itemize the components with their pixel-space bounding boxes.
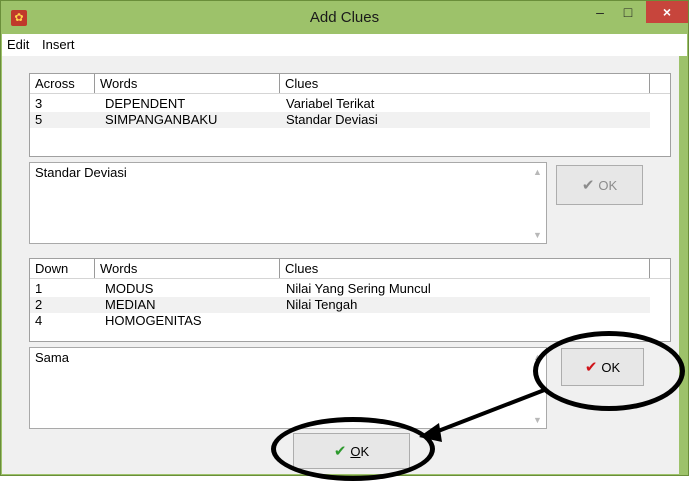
down-row-word: MODUS: [105, 281, 154, 296]
across-list[interactable]: Across Words Clues 3 DEPENDENT Variabel …: [29, 73, 671, 157]
across-col-header-words[interactable]: Words: [95, 74, 280, 93]
down-row[interactable]: 1 MODUS Nilai Yang Sering Muncul: [30, 281, 650, 297]
minimize-button[interactable]: –: [587, 1, 613, 23]
across-ok-button[interactable]: ✔ OK: [556, 165, 643, 205]
down-ok-button[interactable]: ✔ OK: [561, 348, 644, 386]
down-col-header-num[interactable]: Down: [30, 259, 95, 278]
scroll-up-icon[interactable]: ▲: [533, 167, 542, 177]
down-row-num: 4: [35, 313, 43, 328]
across-row-num: 3: [35, 96, 43, 111]
down-row[interactable]: 4 HOMOGENITAS: [30, 313, 650, 329]
down-col-header-filler: [650, 259, 668, 278]
across-clue-text: Standar Deviasi: [35, 165, 127, 180]
scroll-down-icon[interactable]: ▼: [533, 230, 542, 240]
down-list[interactable]: Down Words Clues 1 MODUS Nilai Yang Seri…: [29, 258, 671, 342]
add-clues-window: ✿ Add Clues – □ × Edit Insert Across Wor…: [0, 0, 689, 481]
across-row[interactable]: 5 SIMPANGANBAKU Standar Deviasi: [30, 112, 650, 128]
across-col-header-num[interactable]: Across: [30, 74, 95, 93]
down-ok-label: OK: [601, 359, 621, 375]
across-ok-label: OK: [598, 177, 618, 193]
across-col-header-filler: [650, 74, 668, 93]
across-list-header: Across Words Clues: [30, 74, 670, 94]
main-ok-accelerator: O: [350, 443, 361, 459]
across-row-clue: Standar Deviasi: [286, 112, 378, 127]
close-button[interactable]: ×: [646, 1, 688, 23]
scroll-down-icon[interactable]: ▼: [533, 415, 542, 425]
down-row-num: 2: [35, 297, 43, 312]
dialog-client-area: Across Words Clues 3 DEPENDENT Variabel …: [2, 56, 679, 474]
down-clue-text: Sama: [35, 350, 69, 365]
down-row-num: 1: [35, 281, 43, 296]
check-icon: ✔: [584, 359, 598, 376]
down-row-clue: Nilai Yang Sering Muncul: [286, 281, 431, 296]
scroll-up-icon[interactable]: ▲: [533, 352, 542, 362]
across-row-clue: Variabel Terikat: [286, 96, 375, 111]
main-ok-button[interactable]: ✔ OK: [293, 433, 410, 469]
menu-edit[interactable]: Edit: [7, 37, 29, 52]
check-icon: ✔: [581, 177, 595, 194]
menu-insert[interactable]: Insert: [42, 37, 75, 52]
down-row-clue: Nilai Tengah: [286, 297, 358, 312]
maximize-button[interactable]: □: [615, 1, 641, 23]
down-list-header: Down Words Clues: [30, 259, 670, 279]
title-bar: ✿ Add Clues – □ ×: [1, 1, 688, 34]
across-row-word: DEPENDENT: [105, 96, 186, 111]
across-clue-textarea[interactable]: Standar Deviasi ▲ ▼: [29, 162, 547, 244]
down-clue-textarea[interactable]: Sama ▲ ▼: [29, 347, 547, 429]
across-row-num: 5: [35, 112, 43, 127]
main-ok-label: OK: [350, 444, 369, 459]
window-title: Add Clues: [309, 9, 380, 26]
across-clue-scrollbar[interactable]: ▲ ▼: [529, 163, 546, 243]
down-col-header-words[interactable]: Words: [95, 259, 280, 278]
across-col-header-clues[interactable]: Clues: [280, 74, 650, 93]
main-ok-label-rest: K: [360, 443, 370, 459]
down-row[interactable]: 2 MEDIAN Nilai Tengah: [30, 297, 650, 313]
check-icon: ✔: [333, 443, 347, 460]
across-row[interactable]: 3 DEPENDENT Variabel Terikat: [30, 96, 650, 112]
menu-bar: Edit Insert: [2, 34, 687, 56]
down-col-header-clues[interactable]: Clues: [280, 259, 650, 278]
down-clue-scrollbar[interactable]: ▲ ▼: [529, 348, 546, 428]
across-row-word: SIMPANGANBAKU: [105, 112, 218, 127]
down-row-word: HOMOGENITAS: [105, 313, 202, 328]
down-row-word: MEDIAN: [105, 297, 156, 312]
